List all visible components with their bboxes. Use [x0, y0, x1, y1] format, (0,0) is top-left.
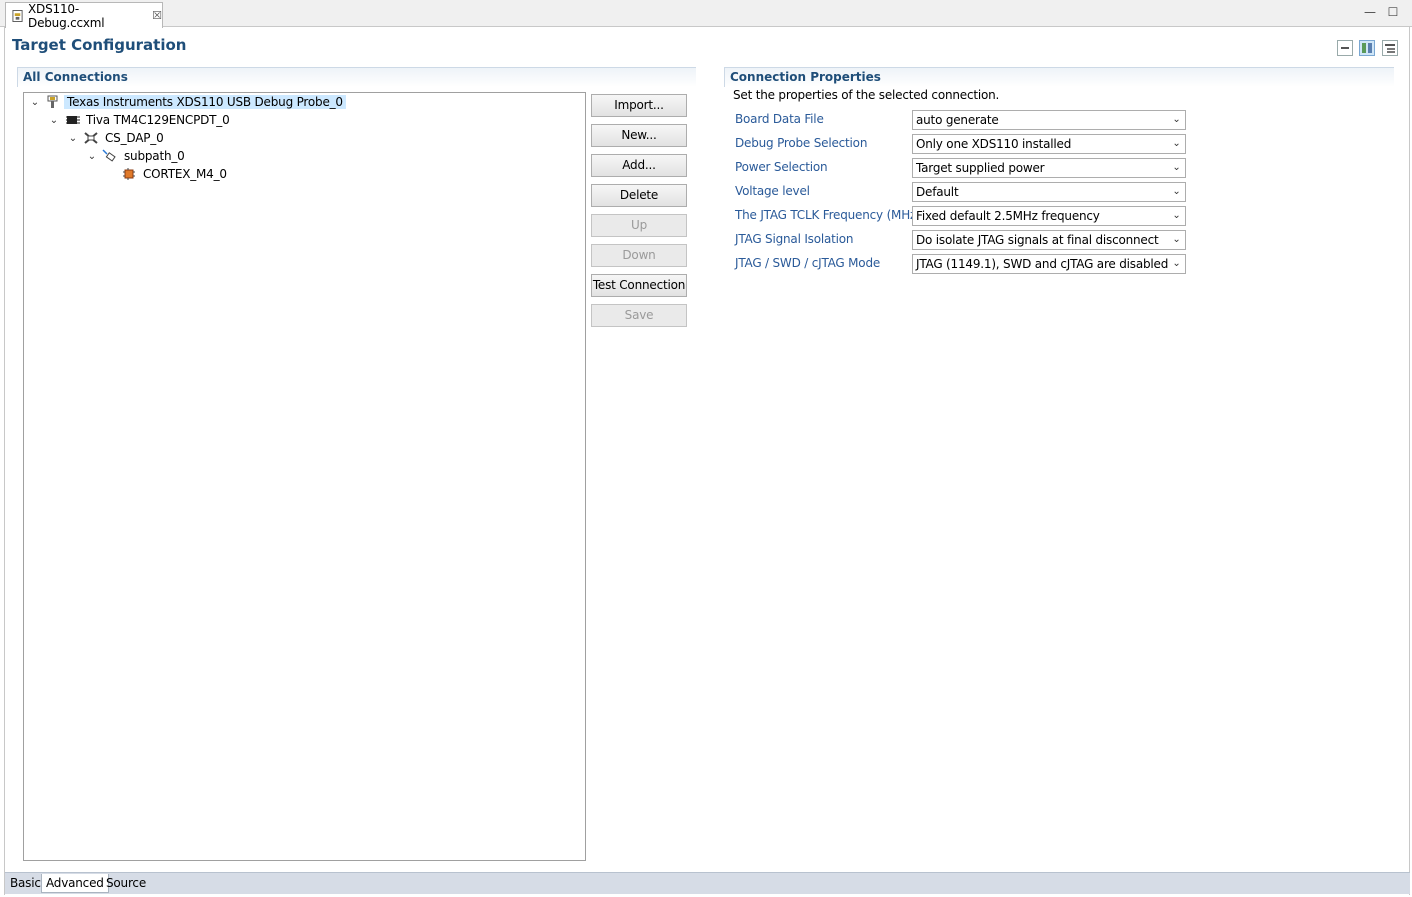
chevron-down-icon[interactable]: ⌄	[1168, 207, 1185, 225]
tab-advanced[interactable]: Advanced	[41, 874, 109, 893]
new-button[interactable]: New...	[591, 124, 687, 147]
chip-icon	[66, 116, 80, 124]
properties-description: Set the properties of the selected conne…	[733, 88, 1000, 102]
editor-tab[interactable]: XDS110-Debug.ccxml ☒	[5, 1, 163, 30]
jtag-signal-isolation-select[interactable]: Do isolate JTAG signals at final disconn…	[912, 230, 1186, 250]
select-value: Target supplied power	[916, 161, 1045, 175]
prop-label-debug-probe-selection: Debug Probe Selection	[735, 136, 868, 150]
maximize-icon[interactable]: ☐	[1386, 5, 1400, 19]
add-button[interactable]: Add...	[591, 154, 687, 177]
delete-button[interactable]: Delete	[591, 184, 687, 207]
all-connections-title: All Connections	[17, 67, 696, 87]
cpu-core-icon	[123, 168, 135, 180]
tree-item-device[interactable]: ⌄ Tiva TM4C129ENCPDT_0	[47, 111, 233, 129]
prop-label-power-selection: Power Selection	[735, 160, 828, 174]
connection-properties-title: Connection Properties	[724, 67, 1394, 87]
up-button[interactable]: Up	[591, 214, 687, 237]
prop-label-board-data-file: Board Data File	[735, 112, 824, 126]
select-value: Do isolate JTAG signals at final disconn…	[916, 233, 1159, 247]
jtag-tclk-frequency-select[interactable]: Fixed default 2.5MHz frequency ⌄	[912, 206, 1186, 226]
probe-icon	[47, 95, 58, 108]
page-title: Target Configuration	[12, 36, 187, 54]
horizontal-layout-icon[interactable]	[1382, 40, 1398, 56]
subpath-icon	[102, 149, 116, 162]
power-selection-select[interactable]: Target supplied power ⌄	[912, 158, 1186, 178]
editor-tab-label: XDS110-Debug.ccxml	[28, 1, 105, 30]
prop-label-jtag-tclk-frequency: The JTAG TCLK Frequency (MHz)	[735, 208, 921, 222]
chevron-down-icon[interactable]: ⌄	[66, 133, 80, 144]
chevron-down-icon[interactable]: ⌄	[1168, 135, 1185, 153]
editor-tab-strip	[0, 0, 1412, 27]
prop-label-jtag-signal-isolation: JTAG Signal Isolation	[735, 232, 854, 246]
tree-item-subpath[interactable]: ⌄ subpath_0	[85, 147, 188, 165]
tree-item-label: Texas Instruments XDS110 USB Debug Probe…	[64, 95, 346, 109]
chevron-down-icon[interactable]: ⌄	[1168, 231, 1185, 249]
editor-right-border	[1409, 27, 1410, 895]
chevron-down-icon[interactable]: ⌄	[47, 115, 61, 126]
tab-basic[interactable]: Basic	[6, 874, 45, 893]
select-value: auto generate	[916, 113, 999, 127]
tree-item-label: CORTEX_M4_0	[143, 167, 227, 181]
board-data-file-select[interactable]: auto generate ⌄	[912, 110, 1186, 130]
ccxml-file-icon	[12, 9, 23, 22]
prop-label-voltage-level: Voltage level	[735, 184, 810, 198]
save-button[interactable]: Save	[591, 304, 687, 327]
tree-item-dap[interactable]: ⌄ CS_DAP_0	[66, 129, 167, 147]
tab-source[interactable]: Source	[102, 874, 150, 893]
tree-item-label: subpath_0	[124, 149, 185, 163]
chevron-down-icon[interactable]: ⌄	[1168, 111, 1185, 129]
editor-left-border	[4, 27, 5, 895]
prop-label-jtag-swd-cjtag-mode: JTAG / SWD / cJTAG Mode	[735, 256, 881, 270]
chevron-down-icon[interactable]: ⌄	[85, 151, 99, 162]
chevron-down-icon[interactable]: ⌄	[1168, 255, 1185, 273]
select-value: Default	[916, 185, 959, 199]
connections-tree[interactable]: ⌄ Texas Instruments XDS110 USB Debug Pro…	[23, 92, 586, 861]
jtag-swd-cjtag-mode-select[interactable]: JTAG (1149.1), SWD and cJTAG are disable…	[912, 254, 1186, 274]
import-button[interactable]: Import...	[591, 94, 687, 117]
chevron-down-icon[interactable]: ⌄	[1168, 159, 1185, 177]
down-button[interactable]: Down	[591, 244, 687, 267]
select-value: Fixed default 2.5MHz frequency	[916, 209, 1100, 223]
select-value: JTAG (1149.1), SWD and cJTAG are disable…	[916, 257, 1169, 271]
bottom-tab-bar	[5, 872, 1410, 894]
chevron-down-icon[interactable]: ⌄	[28, 97, 42, 108]
minimize-icon[interactable]: —	[1363, 5, 1377, 19]
debug-probe-selection-select[interactable]: Only one XDS110 installed ⌄	[912, 134, 1186, 154]
dap-icon	[84, 132, 98, 144]
collapse-all-icon[interactable]	[1337, 40, 1353, 56]
tree-item-label: Tiva TM4C129ENCPDT_0	[86, 113, 230, 127]
close-icon[interactable]: ☒	[152, 9, 162, 22]
tree-item-core[interactable]: CORTEX_M4_0	[118, 165, 230, 183]
select-value: Only one XDS110 installed	[916, 137, 1072, 151]
tree-item-probe[interactable]: ⌄ Texas Instruments XDS110 USB Debug Pro…	[28, 93, 346, 111]
chevron-down-icon[interactable]: ⌄	[1168, 183, 1185, 201]
vertical-layout-icon[interactable]	[1359, 40, 1375, 56]
tree-item-label: CS_DAP_0	[105, 131, 164, 145]
voltage-level-select[interactable]: Default ⌄	[912, 182, 1186, 202]
test-connection-button[interactable]: Test Connection	[591, 274, 687, 297]
